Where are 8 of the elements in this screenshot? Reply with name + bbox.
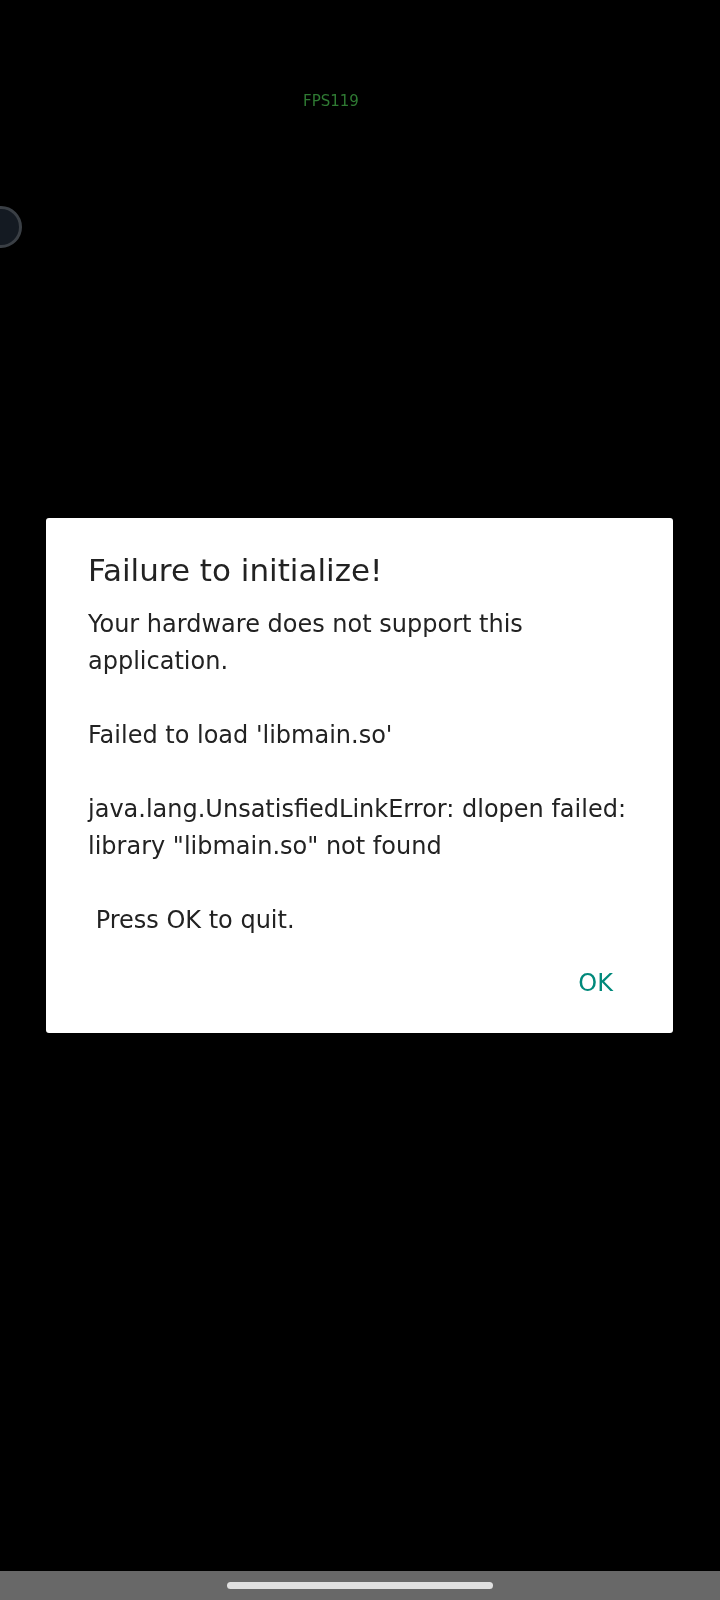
dialog-title: Failure to initialize! [88, 552, 384, 588]
gesture-handle[interactable] [227, 1582, 493, 1589]
dialog-message: Failed to load 'libmain.so' [88, 720, 394, 751]
ok-button[interactable]: OK [566, 959, 625, 1007]
dialog-message: Press OK to quit. [94, 905, 296, 936]
dialog-message: java.lang.UnsatisfiedLinkError: dlopen failed: library "libmain.so" not found [88, 794, 627, 862]
fps-counter: FPS119 [303, 92, 359, 110]
dialog-message: Your hardware does not support this application. [88, 609, 524, 677]
